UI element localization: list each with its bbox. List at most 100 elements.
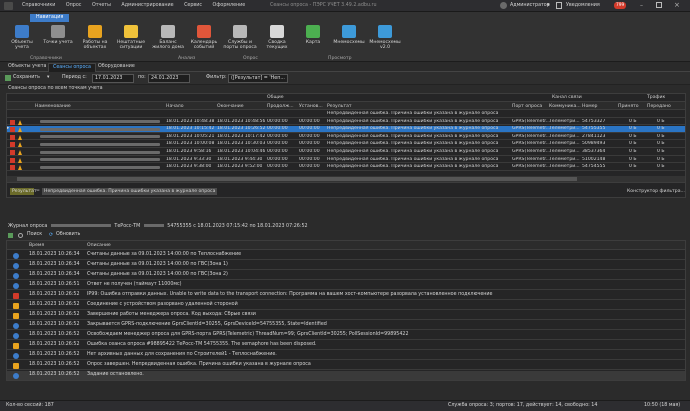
service-status: Служба опроса: 3; портов: 17, действует:… — [448, 403, 598, 408]
log-row[interactable]: 18.01.2023 10:26:34 Считаны данные за 09.… — [7, 261, 685, 271]
ribbon-tab-navigation[interactable]: Навигация — [30, 14, 70, 22]
ribbon-button-label: Службы и порты опроса — [223, 40, 257, 51]
ribbon-button-warning[interactable]: Нештатные ситуации — [113, 25, 149, 50]
warning-icon — [13, 342, 19, 349]
log-row[interactable]: 18.01.2023 10:26:52 Опрос завершен. Непре… — [7, 361, 685, 371]
ribbon-button-building[interactable]: Объекты учета — [4, 25, 40, 50]
point-icon — [51, 25, 65, 38]
table-row[interactable]: 18.01.2023 10:48:38 18.01.2023 10:48:56 00… — [7, 119, 685, 126]
ribbon-button-mnemo[interactable]: Мнемосхемы — [331, 25, 367, 45]
menu-item-directories[interactable]: Справочники — [22, 3, 55, 8]
log-description: Освобождаем менеджер опроса для GPRS-пор… — [87, 332, 409, 337]
cell-result: Непредвиденная ошибка. Причина ошибки ук… — [327, 156, 499, 162]
col-time[interactable]: Время — [29, 243, 44, 248]
log-row[interactable]: 18.01.2023 10:26:52 Нет архивных данных д… — [7, 351, 685, 361]
log-time: 18.01.2023 10:26:34 — [29, 252, 80, 257]
cell-rx: 0 Б — [629, 141, 637, 147]
log-save-icon[interactable] — [8, 233, 13, 238]
info-icon — [13, 262, 19, 269]
log-row[interactable]: 18.01.2023 10:26:52 Освобождаем менеджер … — [7, 331, 685, 341]
ribbon-button-service[interactable]: Службы и порты опроса — [222, 25, 258, 50]
ribbon-button-mnemo2[interactable]: Мнемосхемы v2.0 — [367, 25, 403, 50]
log-row[interactable]: 18.01.2023 10:26:52 Закрывается GPRS-подк… — [7, 321, 685, 331]
log-row[interactable]: 18.01.2023 10:26:52 Завершение работы мен… — [7, 311, 685, 321]
filter-constructor-link[interactable]: Конструктор фильтра... — [627, 189, 685, 194]
table-row[interactable]: 18.01.2023 9:58:16 18.01.2023 10:04:46 00:… — [7, 149, 685, 156]
cell-tx: 0 Б — [657, 149, 665, 154]
warning-icon — [13, 362, 19, 369]
table-row[interactable]: 18.01.2023 9:38:00 18.01.2023 9:52:00 00:0… — [7, 164, 685, 171]
log-row[interactable]: 18.01.2023 10:26:52 IP99: Ошибка отправки… — [7, 291, 685, 301]
user-name[interactable]: Администратор — [510, 3, 550, 8]
search-button[interactable]: Поиск — [27, 232, 42, 237]
ribbon-button-balance[interactable]: Баланс жилого дома — [150, 25, 186, 50]
table-row[interactable]: Непредвиденная ошибка. Причина ошибки ук… — [7, 111, 685, 118]
tab-poll-sessions[interactable]: Сеансы опроса — [48, 63, 96, 72]
ribbon-button-calendar[interactable]: Календарь событий — [186, 25, 222, 50]
log-row[interactable]: 18.01.2023 10:26:52 Задание остановлено. — [7, 371, 685, 381]
notifications-icon[interactable] — [556, 2, 562, 9]
redacted-name — [40, 120, 160, 124]
col-number[interactable]: Номер — [582, 104, 597, 109]
ribbon-button-point[interactable]: Точки учета — [40, 25, 76, 45]
menu-item-service[interactable]: Сервис — [184, 3, 202, 8]
cell-result: Непредвиденная ошибка. Причина ошибки ук… — [327, 111, 499, 116]
main-menu: Справочники Опрос Отчеты Администрирован… — [22, 3, 254, 8]
log-title: Журнал опроса ТеРосс-ТМ 54755355 с 18.01… — [8, 224, 308, 229]
notifications-label[interactable]: Уведомления — [566, 3, 600, 8]
filter-label: Фильтр: — [206, 75, 227, 80]
cell-num: 51002148 — [582, 156, 606, 162]
scroll-thumb[interactable] — [17, 177, 577, 181]
col-established[interactable]: Установ... — [299, 104, 323, 109]
cell-end: 18.01.2023 10:17:42 — [217, 133, 266, 139]
col-start[interactable]: Начало — [166, 104, 184, 109]
table-row[interactable]: ▸ 18.01.2023 10:15:42 18.01.2023 10:26:52 0… — [7, 126, 685, 133]
cell-dur: 00:00:00 — [267, 164, 288, 170]
col-name[interactable]: Наименование — [35, 104, 71, 109]
cell-rx: 0 Б — [629, 164, 637, 170]
log-row[interactable]: 18.01.2023 10:26:51 Ответ не получен (тай… — [7, 281, 685, 291]
menu-item-admin[interactable]: Администрирование — [121, 3, 173, 8]
col-received[interactable]: Принято — [618, 104, 639, 109]
ribbon-button-worker[interactable]: Работы на объектах — [77, 25, 113, 50]
menu-item-reports[interactable]: Отчеты — [92, 3, 111, 8]
log-row[interactable]: 18.01.2023 10:26:52 Ошибка сеанса опроса … — [7, 341, 685, 351]
col-end[interactable]: Окончание — [217, 104, 244, 109]
date-from-input[interactable]: 17.01.2023 — [92, 74, 134, 83]
col-port[interactable]: Порт опроса — [512, 104, 542, 109]
cell-start: 18.01.2023 9:33:30 — [166, 156, 212, 162]
table-row[interactable]: 18.01.2023 9:33:30 18.01.2023 9:44:30 00:0… — [7, 157, 685, 164]
ribbon-button-summary[interactable]: Сводка текущих — [259, 25, 295, 50]
warning-icon — [124, 25, 138, 38]
menu-item-poll[interactable]: Опрос — [66, 3, 82, 8]
tab-equipment[interactable]: Оборудование — [94, 63, 139, 72]
log-row[interactable]: 18.01.2023 10:26:34 Считаны данные за 09.… — [7, 271, 685, 281]
maximize-button[interactable] — [656, 2, 662, 8]
user-dropdown-icon[interactable]: ▾ — [547, 3, 549, 8]
close-button[interactable]: × — [674, 1, 680, 9]
col-description[interactable]: Описание — [87, 243, 111, 248]
col-comm[interactable]: Коммуника... — [549, 104, 581, 109]
log-description: Считаны данные за 09.01.2023 14:00:00 по… — [87, 252, 242, 257]
save-button[interactable]: Сохранить — [13, 75, 40, 80]
table-row[interactable]: 18.01.2023 10:05:21 18.01.2023 10:17:42 00… — [7, 134, 685, 141]
save-dropdown-icon[interactable]: ▾ — [47, 75, 49, 80]
date-to-input[interactable]: 24.01.2023 — [148, 74, 190, 83]
log-description: Нет архивных данных для сохранения по Ст… — [87, 352, 277, 357]
col-sent[interactable]: Передано — [647, 104, 671, 109]
minimize-button[interactable]: – — [640, 2, 643, 9]
redacted-name — [40, 165, 160, 169]
ribbon-button-map[interactable]: Карта — [295, 25, 331, 45]
col-duration[interactable]: Продолж... — [267, 104, 294, 109]
filter-field: Результат — [10, 188, 37, 195]
refresh-button[interactable]: Обновить — [56, 232, 80, 237]
log-row[interactable]: 18.01.2023 10:26:34 Считаны данные за 09.… — [7, 251, 685, 261]
log-row[interactable]: 18.01.2023 10:26:52 Соединение с устройст… — [7, 301, 685, 311]
tab-objects[interactable]: Объекты учета — [4, 63, 50, 72]
menu-item-theme[interactable]: Оформление — [213, 3, 246, 8]
search-icon — [18, 233, 23, 238]
col-result[interactable]: Результат — [327, 104, 352, 109]
table-row[interactable]: 18.01.2023 10:00:08 18.01.2023 10:30:03 00… — [7, 141, 685, 149]
filter-input[interactable]: ([Результат] = 'Неп... — [228, 74, 288, 83]
info-icon — [13, 352, 19, 359]
